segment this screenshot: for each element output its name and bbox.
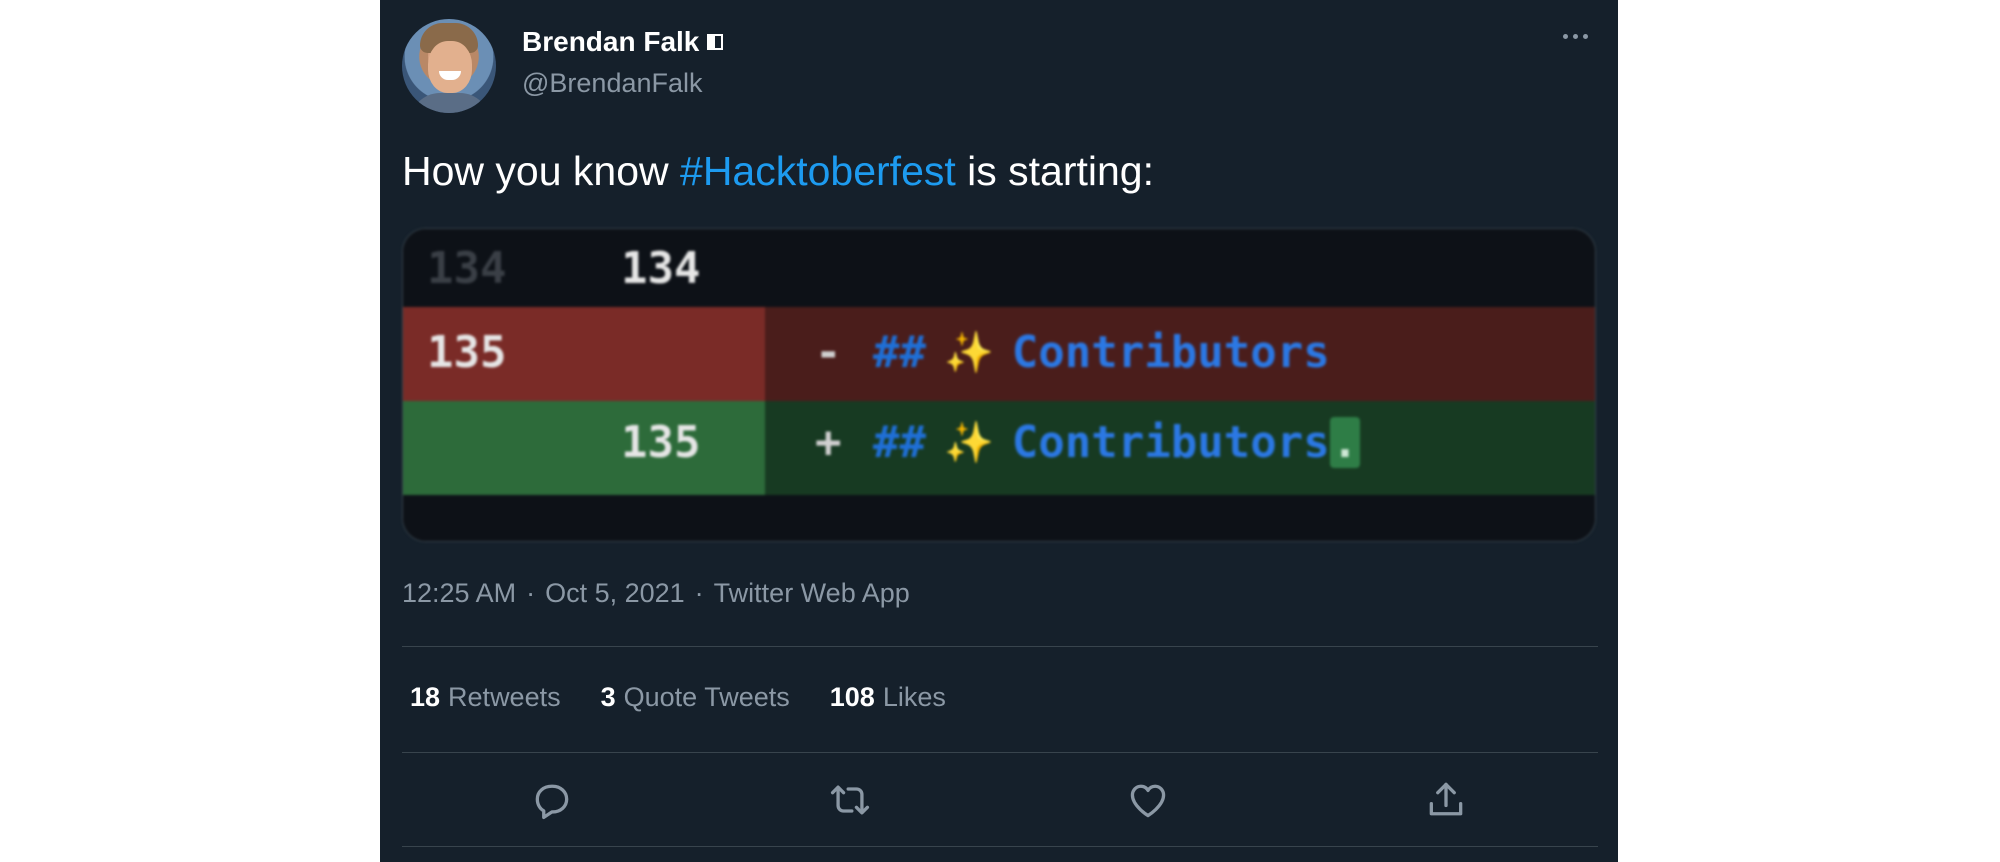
avatar-shirt bbox=[410, 93, 490, 113]
markdown-hashes: ## bbox=[873, 327, 926, 378]
quote-tweets-label: Quote Tweets bbox=[623, 682, 790, 712]
like-icon[interactable] bbox=[1126, 778, 1170, 822]
added-code-line: + ## ✨ Contributors . bbox=[815, 417, 1361, 468]
code-text: Contributors bbox=[1011, 417, 1330, 468]
diff-context-row: 134 134 bbox=[403, 229, 1595, 307]
author-name-row[interactable]: Brendan Falk bbox=[522, 26, 724, 58]
quote-tweets-stat[interactable]: 3 Quote Tweets bbox=[601, 682, 790, 713]
diff-added-row: 135 + ## ✨ Contributors . bbox=[403, 401, 1595, 495]
diff-padding-row bbox=[403, 495, 1595, 541]
plus-sign: + bbox=[815, 417, 842, 468]
markdown-hashes: ## bbox=[873, 417, 926, 468]
tweet-card: Brendan Falk @BrendanFalk How you know #… bbox=[380, 0, 1618, 862]
tweet-media-image[interactable]: 134 134 135 - ## ✨ Contributors 135 + ##… bbox=[402, 228, 1596, 542]
quote-tweets-count: 3 bbox=[600, 682, 616, 712]
action-bar bbox=[380, 770, 1618, 830]
author-handle[interactable]: @BrendanFalk bbox=[522, 68, 703, 99]
tweet-source[interactable]: Twitter Web App bbox=[714, 578, 910, 609]
minus-sign: - bbox=[815, 327, 842, 378]
new-line-number: 134 bbox=[621, 243, 701, 294]
added-character: . bbox=[1329, 417, 1361, 468]
hashtag-link[interactable]: #Hacktoberfest bbox=[680, 148, 956, 194]
likes-label: Likes bbox=[882, 682, 946, 712]
new-line-number: 135 bbox=[621, 417, 701, 468]
tweet-text: How you know #Hacktoberfest is starting: bbox=[402, 148, 1154, 195]
engagement-stats: 18 Retweets 3 Quote Tweets 108 Likes bbox=[410, 682, 946, 713]
tweet-text-start: How you know bbox=[402, 148, 681, 194]
retweets-count: 18 bbox=[410, 682, 441, 712]
retweets-label: Retweets bbox=[448, 682, 561, 712]
likes-stat[interactable]: 108 Likes bbox=[830, 682, 946, 713]
old-line-number: 134 bbox=[427, 243, 507, 294]
added-gutter bbox=[403, 401, 765, 495]
avatar-face bbox=[428, 41, 472, 93]
divider bbox=[402, 646, 1598, 647]
divider bbox=[402, 846, 1598, 847]
likes-count: 108 bbox=[829, 682, 875, 712]
retweet-icon[interactable] bbox=[828, 778, 872, 822]
verified-icon bbox=[707, 34, 724, 50]
divider bbox=[402, 752, 1598, 753]
retweets-stat[interactable]: 18 Retweets bbox=[410, 682, 561, 713]
old-line-number: 135 bbox=[427, 327, 507, 378]
sparkles-icon: ✨ bbox=[943, 420, 994, 466]
tweet-text-end: is starting: bbox=[955, 148, 1154, 194]
avatar[interactable] bbox=[402, 19, 496, 113]
deleted-code-line: - ## ✨ Contributors bbox=[815, 327, 1330, 378]
tweet-time[interactable]: 12:25 AM bbox=[402, 578, 516, 609]
meta-separator: · bbox=[694, 578, 704, 608]
meta-separator: · bbox=[526, 578, 536, 608]
tweet-date[interactable]: Oct 5, 2021 bbox=[545, 578, 685, 609]
author-name[interactable]: Brendan Falk bbox=[522, 26, 699, 58]
more-icon[interactable] bbox=[1563, 34, 1588, 39]
tweet-metadata: 12:25 AM · Oct 5, 2021 · Twitter Web App bbox=[402, 578, 910, 609]
sparkles-icon: ✨ bbox=[943, 330, 994, 376]
code-text: Contributors bbox=[1011, 327, 1330, 378]
diff-deleted-row: 135 - ## ✨ Contributors bbox=[403, 307, 1595, 401]
reply-icon[interactable] bbox=[530, 778, 574, 822]
share-icon[interactable] bbox=[1424, 778, 1468, 822]
